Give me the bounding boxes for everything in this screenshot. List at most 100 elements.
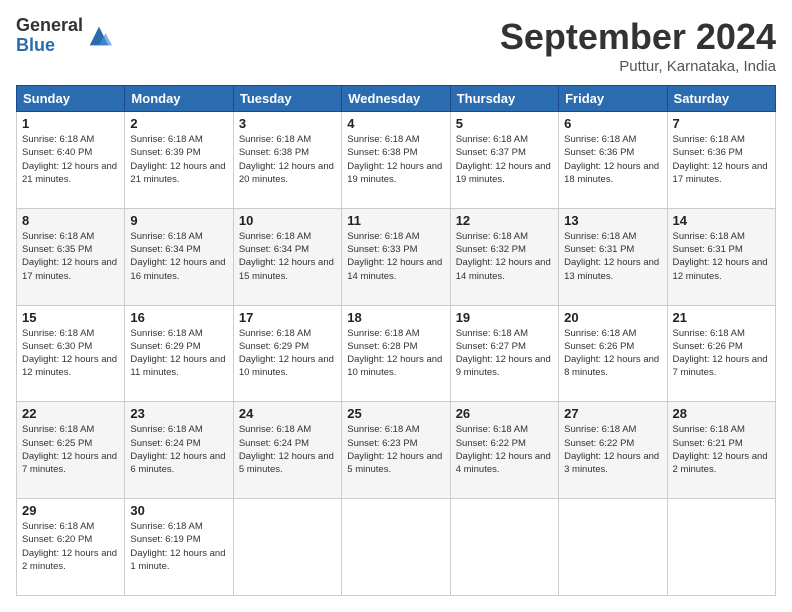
calendar-week-row: 22 Sunrise: 6:18 AM Sunset: 6:25 PM Dayl… — [17, 402, 776, 499]
table-row: 7 Sunrise: 6:18 AM Sunset: 6:36 PM Dayli… — [667, 112, 775, 209]
sunset-label: Sunset: 6:38 PM — [347, 147, 417, 158]
table-row — [342, 499, 450, 596]
sunrise-label: Sunrise: 6:18 AM — [673, 328, 745, 339]
day-info: Sunrise: 6:18 AM Sunset: 6:22 PM Dayligh… — [456, 423, 553, 476]
table-row — [667, 499, 775, 596]
table-row: 18 Sunrise: 6:18 AM Sunset: 6:28 PM Dayl… — [342, 305, 450, 402]
daylight-label: Daylight: 12 hours and 21 minutes. — [22, 161, 117, 185]
day-info: Sunrise: 6:18 AM Sunset: 6:19 PM Dayligh… — [130, 520, 227, 573]
daylight-label: Daylight: 12 hours and 20 minutes. — [239, 161, 334, 185]
logo-text: General Blue — [16, 16, 83, 56]
day-info: Sunrise: 6:18 AM Sunset: 6:25 PM Dayligh… — [22, 423, 119, 476]
day-info: Sunrise: 6:18 AM Sunset: 6:32 PM Dayligh… — [456, 230, 553, 283]
day-number: 20 — [564, 310, 661, 325]
table-row: 30 Sunrise: 6:18 AM Sunset: 6:19 PM Dayl… — [125, 499, 233, 596]
table-row: 4 Sunrise: 6:18 AM Sunset: 6:38 PM Dayli… — [342, 112, 450, 209]
sunrise-label: Sunrise: 6:18 AM — [564, 328, 636, 339]
day-info: Sunrise: 6:18 AM Sunset: 6:38 PM Dayligh… — [239, 133, 336, 186]
sunset-label: Sunset: 6:38 PM — [239, 147, 309, 158]
day-number: 19 — [456, 310, 553, 325]
daylight-label: Daylight: 12 hours and 3 minutes. — [564, 451, 659, 475]
day-number: 15 — [22, 310, 119, 325]
day-info: Sunrise: 6:18 AM Sunset: 6:29 PM Dayligh… — [130, 327, 227, 380]
sunrise-label: Sunrise: 6:18 AM — [347, 328, 419, 339]
day-number: 14 — [673, 213, 770, 228]
sunset-label: Sunset: 6:22 PM — [456, 438, 526, 449]
daylight-label: Daylight: 12 hours and 13 minutes. — [564, 257, 659, 281]
sunset-label: Sunset: 6:23 PM — [347, 438, 417, 449]
sunrise-label: Sunrise: 6:18 AM — [456, 328, 528, 339]
calendar-header-row: Sunday Monday Tuesday Wednesday Thursday… — [17, 86, 776, 112]
table-row: 6 Sunrise: 6:18 AM Sunset: 6:36 PM Dayli… — [559, 112, 667, 209]
sunset-label: Sunset: 6:24 PM — [130, 438, 200, 449]
daylight-label: Daylight: 12 hours and 17 minutes. — [673, 161, 768, 185]
sunset-label: Sunset: 6:25 PM — [22, 438, 92, 449]
table-row: 15 Sunrise: 6:18 AM Sunset: 6:30 PM Dayl… — [17, 305, 125, 402]
day-number: 24 — [239, 406, 336, 421]
sunset-label: Sunset: 6:39 PM — [130, 147, 200, 158]
day-info: Sunrise: 6:18 AM Sunset: 6:39 PM Dayligh… — [130, 133, 227, 186]
daylight-label: Daylight: 12 hours and 15 minutes. — [239, 257, 334, 281]
sunset-label: Sunset: 6:29 PM — [130, 341, 200, 352]
day-number: 11 — [347, 213, 444, 228]
sunrise-label: Sunrise: 6:18 AM — [456, 424, 528, 435]
table-row: 5 Sunrise: 6:18 AM Sunset: 6:37 PM Dayli… — [450, 112, 558, 209]
day-info: Sunrise: 6:18 AM Sunset: 6:28 PM Dayligh… — [347, 327, 444, 380]
table-row: 28 Sunrise: 6:18 AM Sunset: 6:21 PM Dayl… — [667, 402, 775, 499]
day-info: Sunrise: 6:18 AM Sunset: 6:34 PM Dayligh… — [130, 230, 227, 283]
day-number: 25 — [347, 406, 444, 421]
daylight-label: Daylight: 12 hours and 14 minutes. — [456, 257, 551, 281]
table-row: 13 Sunrise: 6:18 AM Sunset: 6:31 PM Dayl… — [559, 208, 667, 305]
daylight-label: Daylight: 12 hours and 14 minutes. — [347, 257, 442, 281]
day-number: 10 — [239, 213, 336, 228]
col-thursday: Thursday — [450, 86, 558, 112]
day-number: 23 — [130, 406, 227, 421]
day-info: Sunrise: 6:18 AM Sunset: 6:40 PM Dayligh… — [22, 133, 119, 186]
sunset-label: Sunset: 6:36 PM — [673, 147, 743, 158]
daylight-label: Daylight: 12 hours and 19 minutes. — [456, 161, 551, 185]
table-row: 16 Sunrise: 6:18 AM Sunset: 6:29 PM Dayl… — [125, 305, 233, 402]
table-row: 17 Sunrise: 6:18 AM Sunset: 6:29 PM Dayl… — [233, 305, 341, 402]
day-number: 8 — [22, 213, 119, 228]
daylight-label: Daylight: 12 hours and 9 minutes. — [456, 354, 551, 378]
day-number: 17 — [239, 310, 336, 325]
day-number: 16 — [130, 310, 227, 325]
table-row: 25 Sunrise: 6:18 AM Sunset: 6:23 PM Dayl… — [342, 402, 450, 499]
logo: General Blue — [16, 16, 113, 56]
table-row: 29 Sunrise: 6:18 AM Sunset: 6:20 PM Dayl… — [17, 499, 125, 596]
daylight-label: Daylight: 12 hours and 12 minutes. — [673, 257, 768, 281]
sunrise-label: Sunrise: 6:18 AM — [673, 231, 745, 242]
day-number: 5 — [456, 116, 553, 131]
day-number: 12 — [456, 213, 553, 228]
month-title: September 2024 — [500, 16, 776, 58]
daylight-label: Daylight: 12 hours and 19 minutes. — [347, 161, 442, 185]
day-number: 13 — [564, 213, 661, 228]
sunrise-label: Sunrise: 6:18 AM — [239, 231, 311, 242]
sunset-label: Sunset: 6:30 PM — [22, 341, 92, 352]
table-row: 1 Sunrise: 6:18 AM Sunset: 6:40 PM Dayli… — [17, 112, 125, 209]
sunrise-label: Sunrise: 6:18 AM — [673, 134, 745, 145]
day-number: 26 — [456, 406, 553, 421]
day-info: Sunrise: 6:18 AM Sunset: 6:23 PM Dayligh… — [347, 423, 444, 476]
col-saturday: Saturday — [667, 86, 775, 112]
daylight-label: Daylight: 12 hours and 4 minutes. — [456, 451, 551, 475]
day-number: 6 — [564, 116, 661, 131]
day-info: Sunrise: 6:18 AM Sunset: 6:31 PM Dayligh… — [564, 230, 661, 283]
sunset-label: Sunset: 6:31 PM — [564, 244, 634, 255]
day-info: Sunrise: 6:18 AM Sunset: 6:24 PM Dayligh… — [130, 423, 227, 476]
col-wednesday: Wednesday — [342, 86, 450, 112]
daylight-label: Daylight: 12 hours and 10 minutes. — [239, 354, 334, 378]
daylight-label: Daylight: 12 hours and 2 minutes. — [22, 548, 117, 572]
sunrise-label: Sunrise: 6:18 AM — [564, 231, 636, 242]
sunset-label: Sunset: 6:26 PM — [673, 341, 743, 352]
day-number: 18 — [347, 310, 444, 325]
col-sunday: Sunday — [17, 86, 125, 112]
sunrise-label: Sunrise: 6:18 AM — [22, 521, 94, 532]
day-info: Sunrise: 6:18 AM Sunset: 6:26 PM Dayligh… — [673, 327, 770, 380]
sunset-label: Sunset: 6:34 PM — [130, 244, 200, 255]
table-row: 3 Sunrise: 6:18 AM Sunset: 6:38 PM Dayli… — [233, 112, 341, 209]
sunrise-label: Sunrise: 6:18 AM — [22, 328, 94, 339]
daylight-label: Daylight: 12 hours and 21 minutes. — [130, 161, 225, 185]
sunrise-label: Sunrise: 6:18 AM — [130, 134, 202, 145]
daylight-label: Daylight: 12 hours and 12 minutes. — [22, 354, 117, 378]
